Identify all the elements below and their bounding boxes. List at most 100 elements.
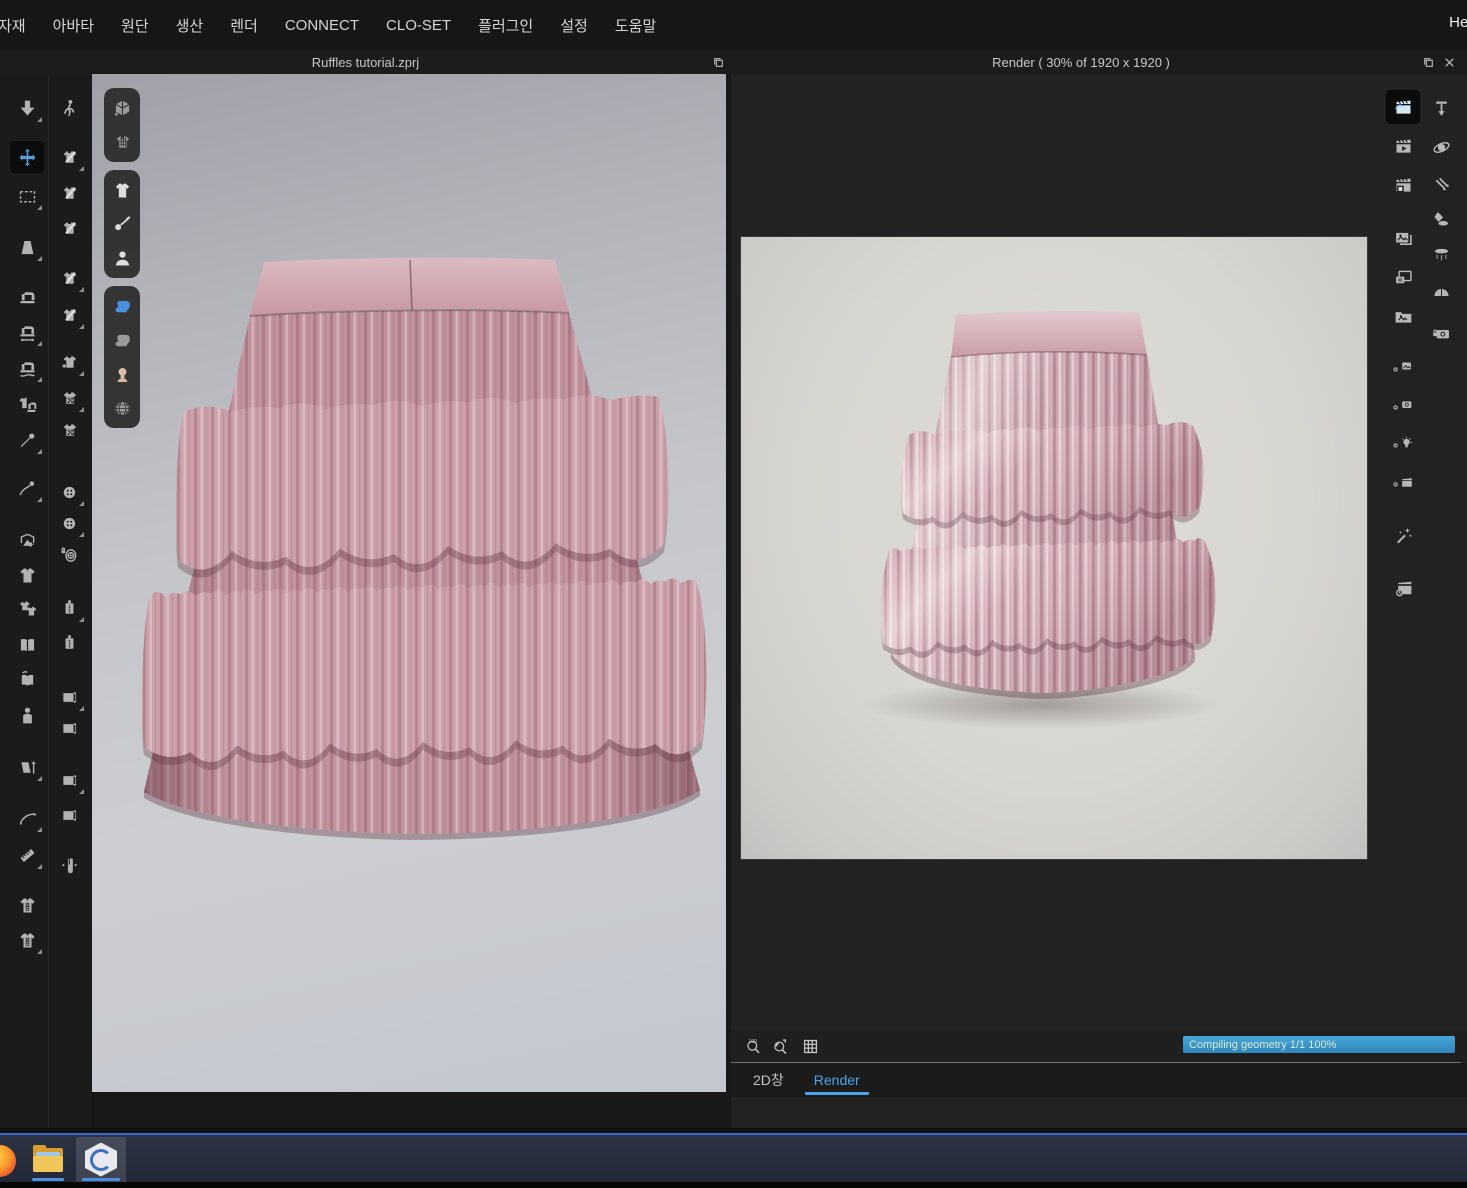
pin-tool[interactable]: [10, 424, 44, 456]
sewing-machine-tool[interactable]: [10, 281, 44, 313]
tuck-garment-tool-2[interactable]: [52, 177, 86, 209]
tuck-garment-tool-1[interactable]: [52, 141, 86, 173]
file-explorer-taskbar-button[interactable]: [26, 1137, 70, 1182]
fold-arrangement-tool[interactable]: [10, 524, 44, 556]
menu-item-5[interactable]: 렌더: [230, 15, 258, 36]
tab-render[interactable]: Render: [801, 1063, 873, 1097]
zipper-tool-1[interactable]: [52, 592, 86, 624]
pattern-outline-tool[interactable]: [10, 231, 44, 263]
garment-window-float-button[interactable]: [710, 54, 726, 70]
buttonhole-tool[interactable]: [52, 507, 86, 539]
menu-item-8[interactable]: 플러그인: [478, 15, 533, 36]
rotate-garment-tool[interactable]: [10, 664, 44, 696]
world-globe-icon[interactable]: [107, 393, 137, 423]
move-light-tool[interactable]: [1425, 169, 1457, 201]
tuck-garment-tool-3[interactable]: [52, 212, 86, 244]
disc-light-tool[interactable]: [1425, 239, 1457, 271]
clo-app-icon: [85, 1143, 117, 1177]
lift-pattern-tool[interactable]: [10, 751, 44, 783]
skirt-3d-view: [92, 74, 726, 1092]
app-root: 자재아바타원단생산렌더CONNECTCLO-SET플러그인설정도움말 Hell …: [0, 0, 1467, 1188]
show-avatar-icon[interactable]: [107, 243, 137, 273]
view-cube-icon[interactable]: [107, 93, 137, 123]
sequence-render-button[interactable]: [1387, 169, 1419, 201]
avatar-head-icon[interactable]: [107, 359, 137, 389]
menu-item-6[interactable]: CONNECT: [285, 17, 359, 34]
menu-item-1[interactable]: 자재: [0, 15, 26, 36]
camera-lock-tool[interactable]: [1425, 317, 1457, 349]
open-image-folder-button[interactable]: [1387, 300, 1419, 332]
cut-garment-tool-2[interactable]: [52, 299, 86, 331]
menu-item-3[interactable]: 원단: [121, 15, 149, 36]
grid-toggle-button[interactable]: [797, 1034, 823, 1058]
cut-garment-tool-1[interactable]: [52, 262, 86, 294]
viewport-toolbar: [104, 88, 140, 428]
rectangle-select-tool[interactable]: [10, 180, 44, 212]
menu-item-4[interactable]: 생산: [176, 15, 204, 36]
menu-item-9[interactable]: 설정: [560, 15, 588, 36]
layer-clone-tool[interactable]: [10, 592, 44, 624]
tape-measure-tool[interactable]: [10, 839, 44, 871]
menu-item-10[interactable]: 도움말: [615, 15, 656, 36]
tab-2d창[interactable]: 2D창: [740, 1063, 797, 1097]
spot-light-tool[interactable]: [1425, 202, 1457, 234]
show-pins-icon[interactable]: [107, 209, 137, 239]
checker-shirt-tool-1[interactable]: [52, 382, 86, 414]
binding-tool-1[interactable]: [52, 681, 86, 713]
clamp-tool[interactable]: [52, 849, 86, 881]
garment-window-title: Ruffles tutorial.zprj: [312, 55, 419, 70]
render-properties-button[interactable]: [1387, 468, 1419, 500]
render-window-float-button[interactable]: [1420, 54, 1436, 70]
checker-shirt-tool-2[interactable]: [52, 414, 86, 446]
orbit-gizmo-tool[interactable]: [1425, 131, 1457, 163]
fabric-texture-on-icon[interactable]: [107, 291, 137, 321]
fabric-texture-off-icon[interactable]: [107, 325, 137, 355]
capture-window-button[interactable]: [1387, 261, 1419, 293]
video-render-button[interactable]: [1387, 130, 1419, 162]
auto-enhance-button[interactable]: [1387, 519, 1419, 551]
clo-app-taskbar-button[interactable]: [76, 1137, 126, 1182]
texture-garment-tool[interactable]: [52, 346, 86, 378]
3d-viewport[interactable]: [92, 74, 726, 1092]
button-lock-tool[interactable]: [52, 539, 86, 571]
move-tool[interactable]: [10, 141, 44, 173]
walk-avatar-tool[interactable]: [52, 92, 86, 124]
flatten-tool[interactable]: [10, 629, 44, 661]
progress-text: Compiling geometry 1/1 100%: [1183, 1039, 1336, 1051]
simulate-tool[interactable]: [10, 92, 44, 124]
dome-light-tool[interactable]: [1425, 276, 1457, 308]
zipper-tool-2[interactable]: [52, 627, 86, 659]
browser-taskbar-icon[interactable]: [0, 1145, 16, 1177]
render-canvas: [741, 237, 1367, 859]
image-properties-button[interactable]: [1387, 353, 1419, 385]
free-sewing-tool[interactable]: [10, 352, 44, 384]
gravity-tool[interactable]: [1425, 92, 1457, 124]
jacket-tool[interactable]: [10, 559, 44, 591]
fit-avatar-tool[interactable]: [10, 699, 44, 731]
menu-item-2[interactable]: 아바타: [53, 15, 94, 36]
taskbar: [0, 1133, 1467, 1184]
binding-tool-2[interactable]: [52, 712, 86, 744]
save-image-button[interactable]: [1387, 222, 1419, 254]
render-window-titlebar: Render ( 30% of 1920 x 1920 ): [731, 50, 1431, 74]
garment-measure-tool-2[interactable]: [10, 924, 44, 956]
progress-bar: Compiling geometry 1/1 100%: [1183, 1036, 1455, 1053]
render-window-close-button[interactable]: [1441, 54, 1457, 70]
piping-tool-2[interactable]: [52, 799, 86, 831]
button-tool[interactable]: [52, 476, 86, 508]
zoom-fit-button[interactable]: [767, 1034, 793, 1058]
curve-measure-tool[interactable]: [10, 802, 44, 834]
video-properties-button[interactable]: [1387, 391, 1419, 423]
segment-sewing-tool[interactable]: [10, 316, 44, 348]
show-garment-icon[interactable]: [107, 175, 137, 205]
garment-measure-tool-1[interactable]: [10, 889, 44, 921]
zoom-100-button[interactable]: 100: [740, 1034, 766, 1058]
menu-item-7[interactable]: CLO-SET: [386, 17, 451, 34]
render-history-button[interactable]: [1387, 572, 1419, 604]
garment-sewing-tool[interactable]: [10, 389, 44, 421]
light-properties-button[interactable]: [1387, 429, 1419, 461]
pin-curve-tool[interactable]: [10, 472, 44, 504]
piping-tool-1[interactable]: [52, 764, 86, 796]
interactive-render-button[interactable]: [1387, 91, 1419, 123]
mesh-garment-icon[interactable]: [107, 127, 137, 157]
